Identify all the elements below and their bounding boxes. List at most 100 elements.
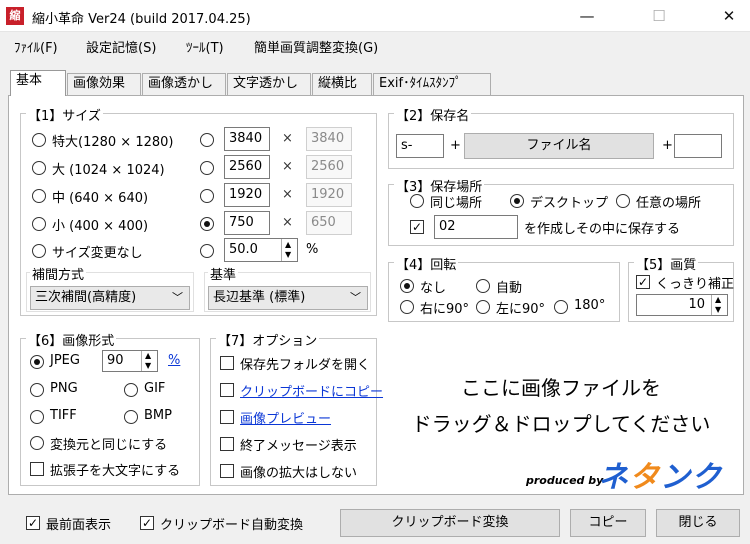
drop-text-line2: ドラッグ＆ドロップしてください bbox=[411, 412, 711, 436]
jpeg-percent-link[interactable]: % bbox=[168, 353, 180, 368]
size-nochange-label: サイズ変更なし bbox=[52, 246, 143, 261]
tab-basic[interactable]: 基本 bbox=[10, 70, 66, 96]
format-gif-radio[interactable] bbox=[124, 383, 138, 397]
custom-width-1-input[interactable]: 3840 bbox=[224, 127, 270, 151]
percent-spinner[interactable]: ▲ ▼ bbox=[281, 239, 297, 261]
minimize-button[interactable]: — bbox=[564, 0, 610, 32]
jpeg-quality-input[interactable]: 90 ▲ ▼ bbox=[102, 350, 158, 372]
size-small-radio[interactable] bbox=[32, 217, 46, 231]
close-window-button[interactable]: ✕ bbox=[706, 0, 750, 32]
clipboard-auto-checkbox[interactable]: ✓ bbox=[140, 516, 154, 530]
rotation-none-radio[interactable] bbox=[400, 279, 414, 293]
format-png-radio[interactable] bbox=[30, 383, 44, 397]
percent-input[interactable]: 50.0 ▲ ▼ bbox=[224, 238, 298, 262]
custom-width-2-input[interactable]: 2560 bbox=[224, 155, 270, 179]
custom-size-1-radio[interactable] bbox=[200, 133, 214, 147]
location-desktop-radio[interactable] bbox=[510, 194, 524, 208]
always-on-top-checkbox[interactable]: ✓ bbox=[26, 516, 40, 530]
menu-easy-quality[interactable]: 簡単画質調整変換(G) bbox=[254, 37, 378, 56]
rotation-auto-radio[interactable] bbox=[476, 279, 490, 293]
copy-button[interactable]: コピー bbox=[570, 509, 646, 537]
tab-image-effects[interactable]: 画像効果 bbox=[67, 73, 141, 95]
custom-size-4-radio[interactable] bbox=[200, 217, 214, 231]
tab-image-watermark[interactable]: 画像透かし bbox=[142, 73, 226, 95]
jpeg-quality-spinner[interactable]: ▲ ▼ bbox=[141, 351, 157, 371]
save-prefix-input[interactable]: s- bbox=[396, 134, 444, 158]
format-same-radio[interactable] bbox=[30, 436, 44, 450]
options-title: 【7】オプション bbox=[216, 330, 320, 349]
chevron-down-icon: ﹀ bbox=[350, 291, 361, 304]
menu-file[interactable]: ﾌｧｲﾙ(F) bbox=[14, 37, 58, 56]
custom-height-1-input: 3840 bbox=[306, 127, 352, 151]
image-preview-link[interactable]: 画像プレビュー bbox=[240, 408, 331, 427]
no-enlarge-checkbox[interactable] bbox=[220, 464, 234, 478]
window-title: 縮小革命 Ver24 (build 2017.04.25) bbox=[32, 12, 251, 27]
percent-radio[interactable] bbox=[200, 244, 214, 258]
size-group-title: 【1】サイズ bbox=[26, 105, 103, 124]
custom-height-4-input: 650 bbox=[306, 211, 352, 235]
size-nochange-radio[interactable] bbox=[32, 244, 46, 258]
menu-settings[interactable]: 設定記憶(S) bbox=[86, 37, 156, 56]
spin-up-icon: ▲ bbox=[715, 295, 722, 304]
location-same-radio[interactable] bbox=[410, 194, 424, 208]
copy-clipboard-link[interactable]: クリップボードにコピー bbox=[240, 381, 383, 400]
open-folder-checkbox[interactable] bbox=[220, 356, 234, 370]
copy-clipboard-checkbox[interactable] bbox=[220, 383, 234, 397]
produced-by-text: produced by bbox=[526, 474, 604, 487]
rotation-180-radio[interactable] bbox=[554, 300, 568, 314]
custom-width-4-input[interactable]: 750 bbox=[224, 211, 270, 235]
tab-text-watermark[interactable]: 文字透かし bbox=[227, 73, 311, 95]
format-jpeg-radio[interactable] bbox=[30, 355, 44, 369]
custom-size-3-radio[interactable] bbox=[200, 189, 214, 203]
save-suffix-input[interactable] bbox=[674, 134, 722, 158]
end-message-checkbox[interactable] bbox=[220, 437, 234, 451]
size-xlarge-radio[interactable] bbox=[32, 133, 46, 147]
interp-select[interactable]: 三次補間(高精度) ﹀ bbox=[30, 286, 190, 310]
plus-sign: + bbox=[450, 138, 461, 153]
uppercase-ext-checkbox[interactable] bbox=[30, 462, 44, 476]
size-medium-radio[interactable] bbox=[32, 189, 46, 203]
rotation-left90-label: 左に90° bbox=[496, 302, 546, 317]
subfolder-name-input[interactable]: 02 bbox=[434, 215, 518, 239]
basis-value: 長辺基準 (標準) bbox=[213, 290, 306, 305]
custom-height-2-input: 2560 bbox=[306, 155, 352, 179]
basis-select[interactable]: 長辺基準 (標準) ﹀ bbox=[208, 286, 368, 310]
size-xlarge-label: 特大(1280 × 1280) bbox=[52, 135, 174, 150]
format-tiff-radio[interactable] bbox=[30, 410, 44, 424]
tab-exif-timestamp[interactable]: Exif･ﾀｲﾑｽﾀﾝﾌﾟ bbox=[373, 73, 491, 95]
rotation-none-label: なし bbox=[420, 281, 447, 296]
subfolder-label: を作成しその中に保存する bbox=[524, 222, 681, 237]
spin-up-icon: ▲ bbox=[145, 351, 152, 360]
format-bmp-label: BMP bbox=[144, 408, 172, 423]
basis-label: 基準 bbox=[208, 264, 239, 283]
rotation-right90-radio[interactable] bbox=[400, 300, 414, 314]
rotation-180-label: 180° bbox=[574, 298, 606, 313]
percent-unit: % bbox=[306, 242, 319, 257]
custom-size-2-radio[interactable] bbox=[200, 161, 214, 175]
clipboard-convert-button[interactable]: クリップボード変換 bbox=[340, 509, 560, 537]
location-desktop-label: デスクトップ bbox=[530, 196, 609, 211]
sharpen-checkbox[interactable]: ✓ bbox=[636, 275, 650, 289]
format-png-label: PNG bbox=[50, 381, 78, 396]
open-folder-label: 保存先フォルダを開く bbox=[240, 358, 371, 373]
rotation-title: 【4】回転 bbox=[394, 254, 459, 273]
quality-spinner[interactable]: ▲ ▼ bbox=[711, 295, 727, 315]
format-jpeg-label: JPEG bbox=[50, 353, 80, 368]
format-bmp-radio[interactable] bbox=[124, 410, 138, 424]
quality-input[interactable]: 10 ▲ ▼ bbox=[636, 294, 728, 316]
custom-width-3-input[interactable]: 1920 bbox=[224, 183, 270, 207]
menu-tools[interactable]: ﾂｰﾙ(T) bbox=[186, 37, 224, 56]
times-sign: × bbox=[282, 215, 293, 230]
filename-button[interactable]: ファイル名 bbox=[464, 133, 654, 159]
end-message-label: 終了メッセージ表示 bbox=[240, 439, 357, 454]
maximize-button[interactable]: ☐ bbox=[636, 0, 682, 32]
always-on-top-label: 最前面表示 bbox=[46, 518, 112, 533]
rotation-left90-radio[interactable] bbox=[476, 300, 490, 314]
format-same-label: 変換元と同じにする bbox=[50, 438, 168, 453]
subfolder-checkbox[interactable]: ✓ bbox=[410, 220, 424, 234]
size-large-radio[interactable] bbox=[32, 161, 46, 175]
close-button[interactable]: 閉じる bbox=[656, 509, 740, 537]
tab-aspect-ratio[interactable]: 縦横比 bbox=[312, 73, 372, 95]
image-preview-checkbox[interactable] bbox=[220, 410, 234, 424]
location-custom-radio[interactable] bbox=[616, 194, 630, 208]
